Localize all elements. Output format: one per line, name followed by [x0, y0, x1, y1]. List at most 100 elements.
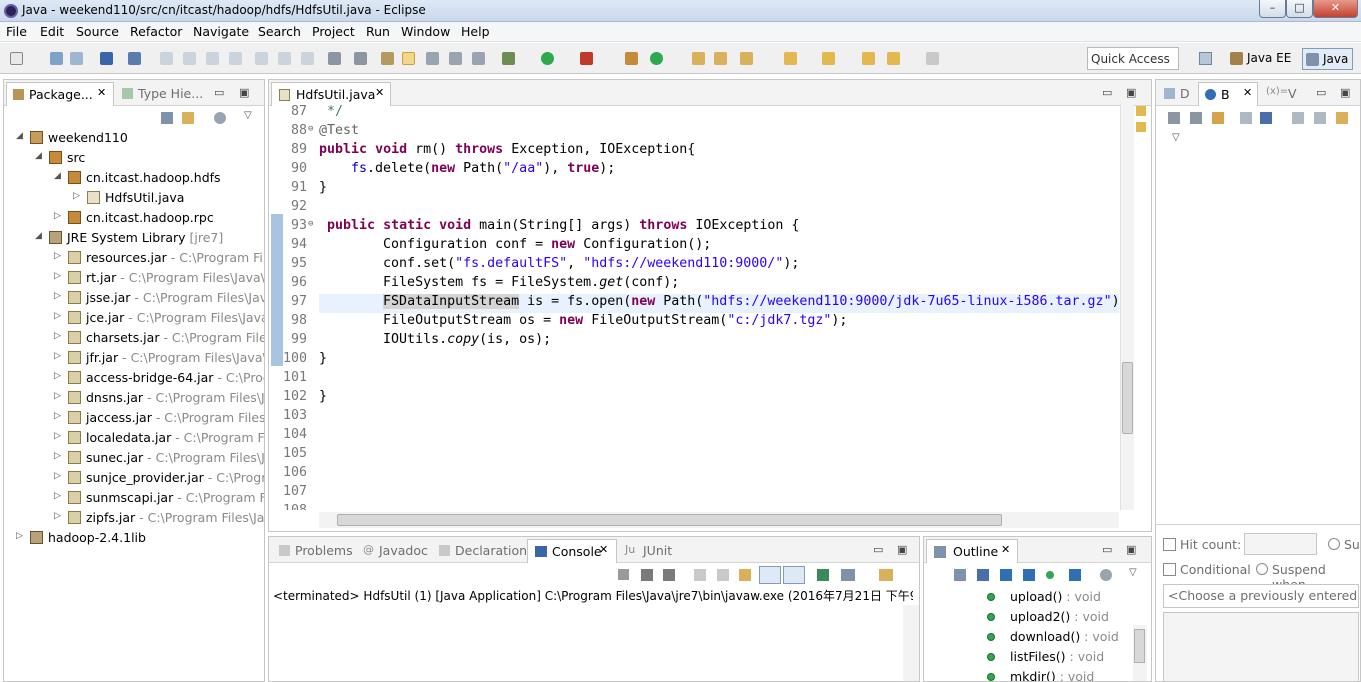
mark-occurrences-icon[interactable] — [402, 52, 415, 65]
suspend-when-radio[interactable] — [1256, 563, 1268, 575]
tree-item[interactable]: ▷ jfr.jar - C:\Program Files\Java\ — [4, 348, 264, 368]
tree-item[interactable]: ◢ src — [4, 148, 264, 168]
new-icon[interactable] — [10, 52, 23, 65]
go-to-file-icon[interactable] — [1240, 112, 1252, 124]
close-icon[interactable]: ✕ — [97, 86, 106, 99]
outline-item[interactable]: upload() : void — [924, 587, 1129, 607]
step-return-icon[interactable] — [301, 52, 314, 65]
hit-count-checkbox[interactable] — [1163, 538, 1176, 551]
quick-access-input[interactable]: Quick Access — [1087, 47, 1179, 70]
tree-item[interactable]: ▷ sunjce_provider.jar - C:\Progra — [4, 468, 264, 488]
tree-item[interactable]: ▷ sunec.jar - C:\Program Files\Ja — [4, 448, 264, 468]
pin-console-icon[interactable] — [817, 569, 829, 581]
run-icon[interactable] — [541, 52, 554, 65]
next-annotation-icon[interactable] — [784, 52, 797, 65]
fold-toggle-icon[interactable]: ⊖ — [308, 219, 313, 229]
vertical-scrollbar[interactable] — [1120, 104, 1134, 510]
drop-to-frame-icon[interactable] — [328, 52, 341, 65]
collapse-all-icon[interactable] — [161, 112, 173, 124]
new-java-package-icon[interactable] — [625, 52, 638, 65]
step-into-icon[interactable] — [255, 52, 268, 65]
hit-count-input[interactable] — [1244, 533, 1317, 555]
tree-item[interactable]: ▷ charsets.jar - C:\Program Files — [4, 328, 264, 348]
tab-problems[interactable]: Problems — [273, 539, 357, 563]
hide-local-types-icon[interactable] — [1069, 569, 1081, 581]
tab-javadoc[interactable]: @ Javadoc — [357, 539, 431, 563]
suspend-icon[interactable] — [183, 52, 196, 65]
outline-scroll-thumb[interactable] — [1134, 629, 1145, 663]
tree-item[interactable]: ▷ resources.jar - C:\Program File — [4, 248, 264, 268]
view-menu-icon[interactable]: ▽ — [1129, 567, 1137, 578]
show-breakpoints-icon[interactable] — [1212, 112, 1224, 124]
expand-arrow-icon[interactable]: ▷ — [54, 271, 61, 281]
run-external-tools-icon[interactable] — [580, 52, 593, 65]
remove-breakpoint-icon[interactable] — [1168, 112, 1180, 124]
collapse-arrow-icon[interactable]: ◢ — [54, 171, 61, 181]
outline-item[interactable]: listFiles() : void — [924, 647, 1129, 667]
vertical-scroll-thumb[interactable] — [1122, 362, 1133, 434]
tree-item[interactable]: ▷ zipfs.jar - C:\Program Files\Jav — [4, 508, 264, 528]
tab-breakpoints[interactable]: B ✕ — [1198, 82, 1258, 106]
remove-all-breakpoints-icon[interactable] — [1190, 112, 1202, 124]
conditional-checkbox[interactable] — [1163, 563, 1176, 576]
code-area[interactable]: 87 */88 ⊖ @Test 89 public void rm() throws E… — [269, 102, 1119, 510]
maximize-editor-icon[interactable]: ▣ — [1126, 86, 1136, 99]
link-with-editor-icon[interactable] — [182, 112, 194, 124]
tab-console[interactable]: Console ✕ — [527, 539, 617, 563]
expand-arrow-icon[interactable]: ▷ — [73, 191, 80, 201]
skip-all-breakpoints-icon[interactable] — [1260, 112, 1272, 124]
menu-file[interactable]: File — [6, 24, 27, 39]
perspective-java-ee[interactable]: Java EE — [1227, 48, 1295, 70]
previous-annotation-icon[interactable] — [822, 52, 835, 65]
expand-arrow-icon[interactable]: ▷ — [54, 491, 61, 501]
perspective-java[interactable]: Java — [1302, 48, 1354, 70]
back-icon[interactable] — [887, 52, 900, 65]
expand-arrow-icon[interactable]: ▷ — [54, 251, 61, 261]
expand-arrow-icon[interactable]: ▷ — [54, 291, 61, 301]
link-with-debug-view-icon[interactable] — [1336, 112, 1348, 124]
outline-scrollbar[interactable] — [1133, 625, 1147, 681]
show-on-stderr-icon[interactable] — [783, 566, 805, 584]
tree-item[interactable]: ▷ cn.itcast.hadoop.rpc — [4, 208, 264, 228]
maximize-view-icon[interactable]: ▣ — [1126, 543, 1136, 556]
step-over-icon[interactable] — [278, 52, 291, 65]
collapse-all-icon[interactable] — [1314, 112, 1326, 124]
forward-icon[interactable] — [926, 52, 939, 65]
tree-item[interactable]: ◢ JRE System Library [jre7] — [4, 228, 264, 248]
tree-item[interactable]: ▷ jce.jar - C:\Program Files\Java\ — [4, 308, 264, 328]
open-perspective-icon[interactable] — [1195, 47, 1215, 71]
open-task-icon[interactable] — [714, 52, 727, 65]
tree-item[interactable]: ◢ cn.itcast.hadoop.hdfs — [4, 168, 264, 188]
use-step-filters-icon[interactable] — [354, 52, 367, 65]
debug-icon[interactable] — [502, 52, 515, 65]
outline-item[interactable]: mkdir() : void — [924, 667, 1129, 681]
collapse-all-icon[interactable] — [954, 569, 966, 581]
expand-arrow-icon[interactable]: ▷ — [54, 471, 61, 481]
minimize-editor-icon[interactable]: ▭ — [1102, 86, 1112, 99]
suspend-thread-radio[interactable] — [1328, 538, 1340, 550]
expand-arrow-icon[interactable]: ▷ — [54, 431, 61, 441]
menu-help[interactable]: Help — [461, 24, 490, 39]
maximize-view-icon[interactable]: ▣ — [239, 86, 249, 99]
display-selected-console-icon[interactable] — [841, 569, 855, 581]
open-console-icon[interactable] — [100, 52, 113, 65]
view-menu-icon[interactable]: ▽ — [1172, 132, 1180, 143]
expand-arrow-icon[interactable]: ▷ — [54, 391, 61, 401]
menu-source[interactable]: Source — [76, 24, 119, 39]
tree-item[interactable]: ▷ jaccess.jar - C:\Program Files\ — [4, 408, 264, 428]
word-wrap-icon[interactable] — [426, 52, 439, 65]
block-selection-icon[interactable] — [449, 52, 462, 65]
remove-launch-icon[interactable] — [641, 569, 653, 581]
menu-search[interactable]: Search — [258, 24, 301, 39]
expand-arrow-icon[interactable]: ▷ — [54, 411, 61, 421]
tree-item[interactable]: ◢ weekend110 — [4, 128, 264, 148]
tree-item[interactable]: ▷ HdfsUtil.java — [4, 188, 264, 208]
menu-project[interactable]: Project — [312, 24, 355, 39]
show-whitespace-icon[interactable] — [472, 52, 485, 65]
terminate-icon[interactable] — [618, 569, 629, 580]
menu-navigate[interactable]: Navigate — [193, 24, 249, 39]
focus-icon[interactable] — [1100, 569, 1112, 581]
word-wrap-icon[interactable] — [739, 569, 751, 581]
expand-arrow-icon[interactable]: ▷ — [54, 511, 61, 521]
search-icon[interactable] — [740, 52, 753, 65]
